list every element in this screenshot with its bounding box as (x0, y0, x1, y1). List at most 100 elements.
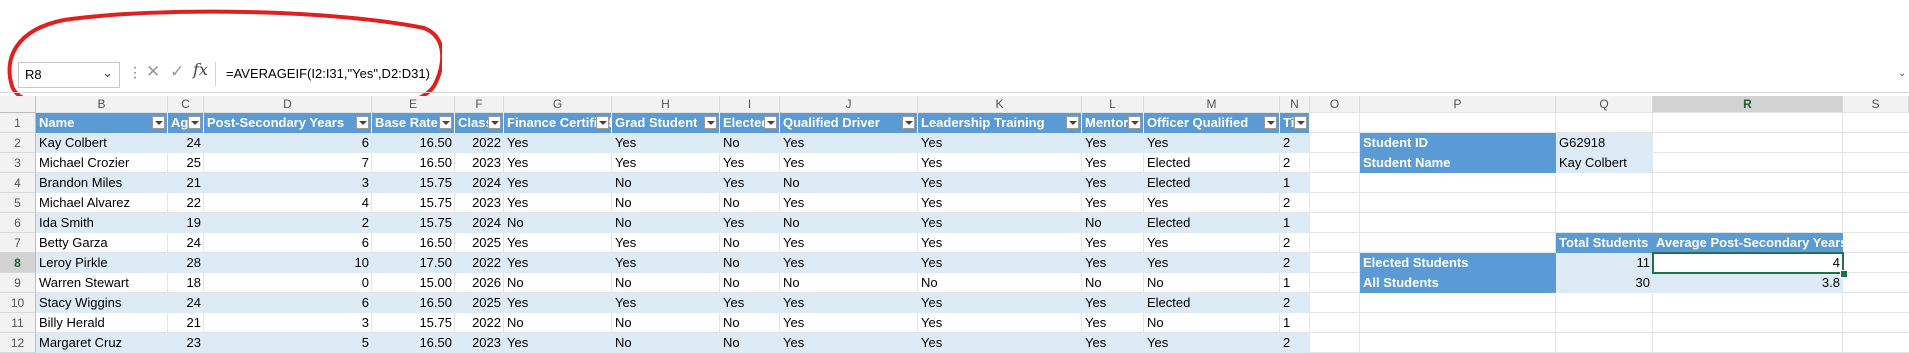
table-cell[interactable]: Yes (1082, 253, 1144, 273)
table-cell[interactable]: 6 (204, 133, 372, 153)
table-cell[interactable]: Yes (612, 293, 720, 313)
table-cell[interactable]: 2023 (455, 153, 504, 173)
column-header-b[interactable]: B (36, 96, 168, 113)
filter-dropdown-icon[interactable] (704, 116, 717, 129)
table-cell[interactable]: 0 (204, 273, 372, 293)
column-header-o[interactable]: O (1310, 96, 1360, 113)
table-cell[interactable]: 25 (168, 153, 204, 173)
table-cell[interactable]: Yes (504, 233, 612, 253)
table-header-cell[interactable]: Officer Qualified (1144, 113, 1280, 133)
table-cell[interactable]: No (1144, 273, 1280, 293)
table-header-cell[interactable]: Age (168, 113, 204, 133)
table-cell[interactable]: No (1144, 313, 1280, 333)
table-cell[interactable]: 2 (1280, 253, 1310, 273)
column-header-h[interactable]: H (612, 96, 720, 113)
table-cell[interactable]: 2 (1280, 333, 1310, 353)
table-cell[interactable]: 19 (168, 213, 204, 233)
table-cell[interactable]: Warren Stewart (36, 273, 168, 293)
column-header-j[interactable]: J (780, 96, 918, 113)
column-header-m[interactable]: M (1144, 96, 1280, 113)
filter-dropdown-icon[interactable] (1294, 116, 1307, 129)
fill-handle[interactable] (1840, 270, 1848, 278)
table-cell[interactable]: 16.50 (372, 233, 455, 253)
table-cell[interactable]: Yes (504, 253, 612, 273)
name-box[interactable]: R8 ⌄ (18, 62, 120, 88)
table-cell[interactable]: Yes (504, 133, 612, 153)
table-cell[interactable]: Kay Colbert (36, 133, 168, 153)
filter-dropdown-icon[interactable] (488, 116, 501, 129)
table-cell[interactable]: 1 (1280, 213, 1310, 233)
table-cell[interactable]: No (780, 173, 918, 193)
table-cell[interactable]: 2022 (455, 133, 504, 153)
table-cell[interactable]: Yes (918, 293, 1082, 313)
table-cell[interactable]: No (720, 313, 780, 333)
table-cell[interactable]: Yes (504, 333, 612, 353)
table-cell[interactable]: Yes (1082, 313, 1144, 333)
table-cell[interactable]: 21 (168, 313, 204, 333)
table-header-cell[interactable]: Base Rate (372, 113, 455, 133)
row-header-9[interactable]: 9 (0, 273, 36, 293)
table-cell[interactable]: 2022 (455, 313, 504, 333)
table-cell[interactable]: Yes (1082, 193, 1144, 213)
table-cell[interactable]: No (612, 273, 720, 293)
insert-function-icon[interactable]: fx (193, 60, 208, 79)
student-name-value[interactable]: Kay Colbert (1556, 153, 1653, 173)
table-cell[interactable]: 2 (1280, 153, 1310, 173)
table-cell[interactable]: 2023 (455, 193, 504, 213)
table-cell[interactable]: 21 (168, 173, 204, 193)
filter-dropdown-icon[interactable] (1128, 116, 1141, 129)
row-header-11[interactable]: 11 (0, 313, 36, 333)
table-cell[interactable]: 2 (1280, 133, 1310, 153)
table-cell[interactable]: 3 (204, 313, 372, 333)
table-cell[interactable]: 6 (204, 293, 372, 313)
column-header-i[interactable]: I (720, 96, 780, 113)
table-cell[interactable]: Yes (1082, 153, 1144, 173)
column-header-p[interactable]: P (1360, 96, 1556, 113)
table-cell[interactable]: 2 (1280, 233, 1310, 253)
table-cell[interactable]: No (612, 173, 720, 193)
table-cell[interactable]: Yes (918, 173, 1082, 193)
table-header-cell[interactable]: Qualified Driver (780, 113, 918, 133)
table-cell[interactable]: No (720, 193, 780, 213)
table-cell[interactable]: Yes (1082, 133, 1144, 153)
table-cell[interactable]: No (1082, 273, 1144, 293)
table-cell[interactable]: Yes (504, 173, 612, 193)
table-cell[interactable]: Yes (780, 253, 918, 273)
table-cell[interactable]: 24 (168, 233, 204, 253)
filter-dropdown-icon[interactable] (902, 116, 915, 129)
table-cell[interactable]: 24 (168, 293, 204, 313)
table-cell[interactable]: 24 (168, 133, 204, 153)
table-cell[interactable]: No (720, 273, 780, 293)
table-cell[interactable]: Yes (780, 233, 918, 253)
table-cell[interactable]: Yes (1082, 173, 1144, 193)
table-cell[interactable]: 3 (204, 173, 372, 193)
table-cell[interactable]: No (780, 213, 918, 233)
table-cell[interactable]: No (1082, 213, 1144, 233)
table-cell[interactable]: No (720, 333, 780, 353)
table-cell[interactable]: No (612, 193, 720, 213)
table-cell[interactable]: Yes (1082, 293, 1144, 313)
table-cell[interactable]: No (918, 273, 1082, 293)
table-header-cell[interactable]: Grad Student (612, 113, 720, 133)
table-cell[interactable]: Yes (780, 333, 918, 353)
table-cell[interactable]: Michael Crozier (36, 153, 168, 173)
table-cell[interactable]: Betty Garza (36, 233, 168, 253)
table-cell[interactable]: 15.75 (372, 313, 455, 333)
column-header-e[interactable]: E (372, 96, 455, 113)
chevron-down-icon[interactable]: ⌄ (102, 65, 113, 81)
table-cell[interactable]: 5 (204, 333, 372, 353)
select-all-corner[interactable] (0, 96, 36, 113)
table-cell[interactable]: 2024 (455, 213, 504, 233)
table-cell[interactable]: 2024 (455, 173, 504, 193)
table-cell[interactable]: No (612, 333, 720, 353)
table-cell[interactable]: 16.50 (372, 153, 455, 173)
table-cell[interactable]: 1 (1280, 173, 1310, 193)
table-cell[interactable]: 15.75 (372, 193, 455, 213)
column-header-s[interactable]: S (1843, 96, 1909, 113)
enter-icon[interactable]: ✓ (170, 62, 184, 82)
table-cell[interactable]: 10 (204, 253, 372, 273)
table-cell[interactable]: No (720, 253, 780, 273)
table-cell[interactable]: 2025 (455, 233, 504, 253)
table-cell[interactable]: No (720, 133, 780, 153)
table-cell[interactable]: 7 (204, 153, 372, 173)
